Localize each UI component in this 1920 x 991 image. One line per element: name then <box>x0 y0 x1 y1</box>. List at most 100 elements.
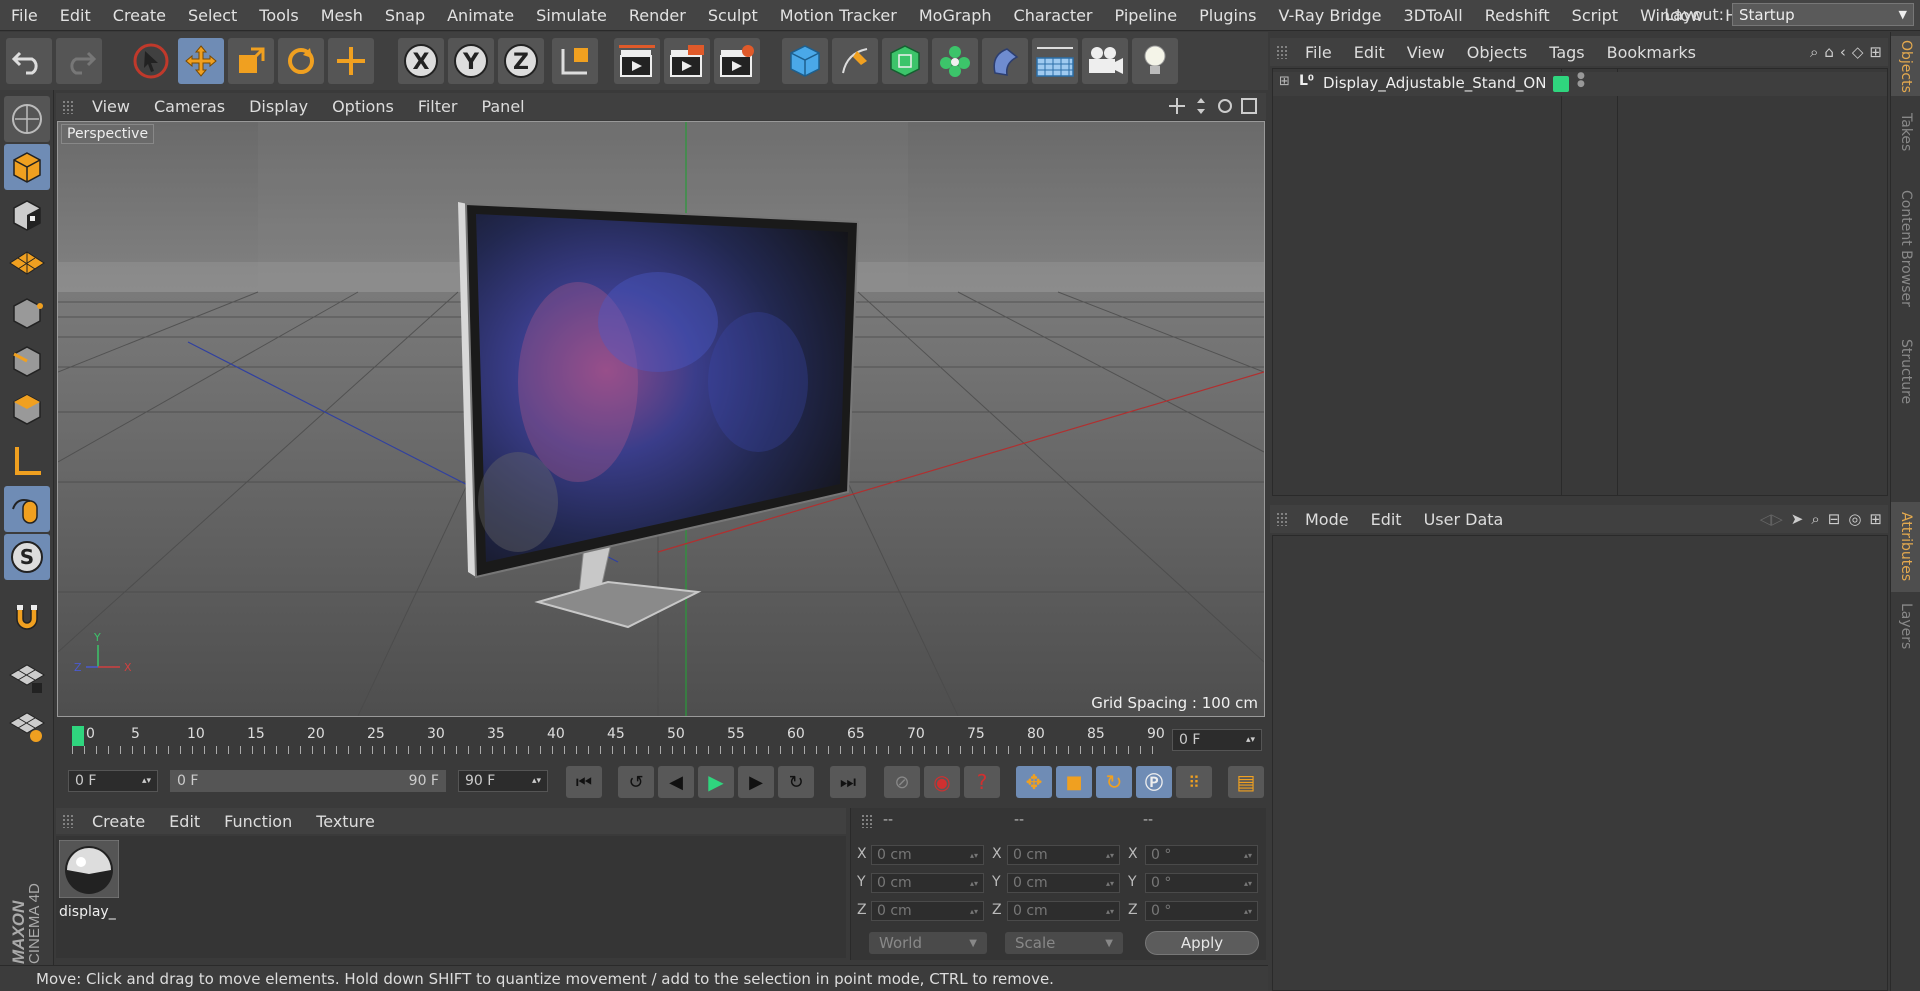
rot-z-field[interactable]: 0 ° ▴▾ <box>1145 901 1258 921</box>
back-icon[interactable]: ‹ <box>1840 43 1846 61</box>
menu-motion-tracker[interactable]: Motion Tracker <box>769 6 908 25</box>
render-settings-button[interactable] <box>714 38 760 84</box>
panel-grip[interactable] <box>861 814 873 828</box>
menu-animate[interactable]: Animate <box>436 6 525 25</box>
object-row[interactable]: ⊞ L⁰ Display_Adjustable_Stand_ON ● ● <box>1273 72 1887 96</box>
menu-select[interactable]: Select <box>177 6 248 25</box>
viewport-menu-cameras[interactable]: Cameras <box>142 97 237 116</box>
snap-button[interactable] <box>4 594 50 640</box>
coordinate-system-button[interactable] <box>552 38 598 84</box>
menu-simulate[interactable]: Simulate <box>525 6 618 25</box>
material-menu-edit[interactable]: Edit <box>157 812 212 831</box>
menu-plugins[interactable]: Plugins <box>1188 6 1267 25</box>
light-button[interactable] <box>1132 38 1178 84</box>
attribute-menu-mode[interactable]: Mode <box>1294 510 1360 529</box>
material-menu-create[interactable]: Create <box>80 812 157 831</box>
tab-structure[interactable]: Structure <box>1891 332 1920 412</box>
tab-content-browser[interactable]: Content Browser <box>1891 168 1920 328</box>
tab-objects[interactable]: Objects <box>1891 36 1920 96</box>
stepper-icon[interactable]: ▴▾ <box>1244 851 1252 860</box>
floor-button[interactable] <box>1032 38 1078 84</box>
stepper-icon[interactable]: ▴▾ <box>970 879 978 888</box>
key-scale-button[interactable]: ■ <box>1056 766 1092 798</box>
key-point-level-button[interactable]: ⠿ <box>1176 766 1212 798</box>
new-panel-icon[interactable]: ⊞ <box>1869 43 1882 61</box>
workplane-lock-button[interactable] <box>4 656 50 702</box>
menu-sculpt[interactable]: Sculpt <box>697 6 769 25</box>
viewport-menu-panel[interactable]: Panel <box>469 97 536 116</box>
stepper-icon[interactable]: ▴▾ <box>970 851 978 860</box>
menu-script[interactable]: Script <box>1561 6 1629 25</box>
menu-redshift[interactable]: Redshift <box>1474 6 1561 25</box>
stepper-icon[interactable]: ▴▾ <box>1244 879 1252 888</box>
rot-y-field[interactable]: 0 ° ▴▾ <box>1145 873 1258 893</box>
object-menu-view[interactable]: View <box>1396 43 1456 62</box>
live-selection-button[interactable] <box>128 38 174 84</box>
autokeying-button[interactable]: ◉ <box>924 766 960 798</box>
menu-snap[interactable]: Snap <box>374 6 436 25</box>
current-frame-field[interactable]: 0 F ▴▾ <box>1172 729 1262 751</box>
subdivision-surface-button[interactable] <box>882 38 928 84</box>
stepper-icon[interactable]: ▴▾ <box>142 776 151 786</box>
3d-viewport[interactable]: Y X Z Perspective Grid Spacing : 100 cm <box>57 121 1265 717</box>
search-icon[interactable]: ⌕ <box>1810 43 1818 61</box>
rotate-view-icon[interactable] <box>1216 97 1234 115</box>
viewport-menu-filter[interactable]: Filter <box>406 97 470 116</box>
menu-mograph[interactable]: MoGraph <box>908 6 1003 25</box>
stepper-icon[interactable]: ▴▾ <box>532 776 541 786</box>
material-menu-function[interactable]: Function <box>212 812 304 831</box>
home-icon[interactable]: ⌂ <box>1824 43 1834 61</box>
edges-mode-button[interactable] <box>4 338 50 384</box>
coordinate-space-select[interactable]: World ▼ <box>869 932 987 954</box>
points-mode-button[interactable] <box>4 290 50 336</box>
start-frame-field[interactable]: 0 F ▴▾ <box>68 770 158 792</box>
forward-icon[interactable]: ◇ <box>1852 43 1864 61</box>
polygons-mode-button[interactable] <box>4 386 50 432</box>
attribute-menu-user-data[interactable]: User Data <box>1413 510 1515 529</box>
model-mode-button[interactable] <box>4 144 50 190</box>
render-to-picture-viewer-button[interactable] <box>664 38 710 84</box>
stepper-icon[interactable]: ▴▾ <box>1244 907 1252 916</box>
timeline-window-button[interactable]: ▤ <box>1228 766 1264 798</box>
size-y-field[interactable]: 0 cm ▴▾ <box>1007 873 1120 893</box>
pos-y-field[interactable]: 0 cm ▴▾ <box>871 873 984 893</box>
menu-3dtoall[interactable]: 3DToAll <box>1393 6 1474 25</box>
lock-icon[interactable]: ⊟ <box>1828 510 1841 528</box>
maximize-view-icon[interactable] <box>1240 97 1258 115</box>
size-z-field[interactable]: 0 cm ▴▾ <box>1007 901 1120 921</box>
stepper-icon[interactable]: ▴▾ <box>1106 907 1114 916</box>
redo-button[interactable] <box>56 38 102 84</box>
render-view-button[interactable] <box>614 38 660 84</box>
layout-select[interactable]: Startup ▼ <box>1732 3 1914 26</box>
y-axis-lock-button[interactable]: Y <box>448 38 494 84</box>
solo-mode-button[interactable]: S <box>4 534 50 580</box>
playhead[interactable] <box>72 726 84 746</box>
object-menu-file[interactable]: File <box>1294 43 1343 62</box>
deformer-button[interactable] <box>982 38 1028 84</box>
key-rotation-button[interactable]: ↻ <box>1096 766 1132 798</box>
menu-edit[interactable]: Edit <box>49 6 102 25</box>
visibility-dots-icon[interactable]: ● ● <box>1577 72 1585 89</box>
menu-tools[interactable]: Tools <box>248 6 309 25</box>
object-menu-edit[interactable]: Edit <box>1343 43 1396 62</box>
cube-primitive-button[interactable] <box>782 38 828 84</box>
size-mode-select[interactable]: Scale ▼ <box>1005 932 1123 954</box>
material-thumbnail[interactable]: display_ <box>58 839 121 924</box>
panel-grip[interactable] <box>1276 45 1288 59</box>
z-axis-lock-button[interactable]: Z <box>498 38 544 84</box>
camera-button[interactable] <box>1082 38 1128 84</box>
pos-x-field[interactable]: 0 cm ▴▾ <box>871 845 984 865</box>
menu-character[interactable]: Character <box>1003 6 1104 25</box>
tweak-mode-button[interactable] <box>4 486 50 532</box>
cloner-button[interactable] <box>932 38 978 84</box>
end-frame-field[interactable]: 90 F ▴▾ <box>458 770 548 792</box>
new-panel-icon[interactable]: ⊞ <box>1869 510 1882 528</box>
menu-vray-bridge[interactable]: V-Ray Bridge <box>1267 6 1392 25</box>
workplane-mode-button[interactable] <box>4 240 50 286</box>
pos-z-field[interactable]: 0 cm ▴▾ <box>871 901 984 921</box>
panel-grip[interactable] <box>62 99 74 114</box>
previous-key-button[interactable]: ↺ <box>618 766 654 798</box>
axis-mode-button[interactable] <box>4 438 50 484</box>
keyframe-selection-button[interactable]: ? <box>964 766 1000 798</box>
size-x-field[interactable]: 0 cm ▴▾ <box>1007 845 1120 865</box>
